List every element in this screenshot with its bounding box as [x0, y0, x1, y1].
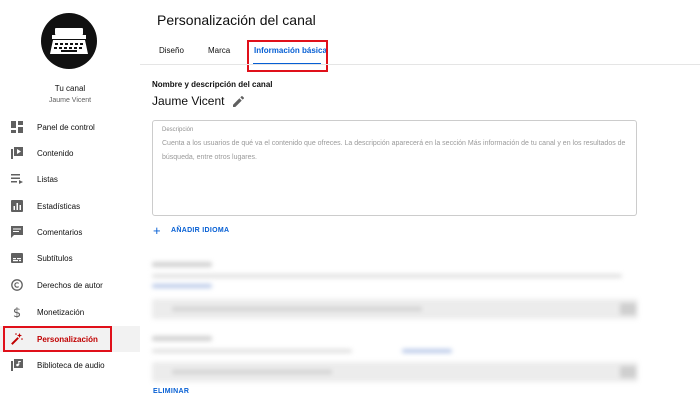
sidebar-item-label: Derechos de autor	[37, 280, 103, 290]
sidebar-item-label: Personalización	[37, 334, 98, 344]
channel-name: Jaume Vicent	[48, 97, 92, 104]
sidebar-item-dashboard[interactable]: Panel de control	[0, 114, 140, 140]
add-language-label: AÑADIR IDIOMA	[171, 227, 230, 234]
sidebar-item-label: Estadísticas	[37, 201, 81, 211]
dollar-icon: $	[13, 306, 21, 318]
sidebar-item-analytics[interactable]: Estadísticas	[0, 193, 140, 219]
dashboard-icon	[11, 121, 23, 133]
content-icon	[11, 147, 23, 159]
sidebar-item-label: Subtítulos	[37, 253, 73, 263]
analytics-icon	[11, 200, 23, 212]
sidebar-item-label: Monetización	[37, 307, 85, 317]
sidebar-item-label: Biblioteca de audio	[37, 360, 105, 370]
add-language-button[interactable]: + AÑADIR IDIOMA	[153, 224, 229, 237]
audio-library-icon	[11, 359, 23, 371]
sidebar-item-customization[interactable]: Personalización	[0, 326, 140, 352]
remove-link[interactable]: ELIMINAR	[153, 388, 189, 395]
svg-text:$: $	[13, 306, 21, 318]
sidebar-item-copyright[interactable]: Derechos de autor	[0, 272, 140, 298]
sidebar-item-content[interactable]: Contenido	[0, 140, 140, 166]
sidebar-item-audio-library[interactable]: Biblioteca de audio	[0, 352, 140, 378]
header-divider	[140, 64, 700, 65]
sidebar-item-label: Comentarios	[37, 227, 83, 237]
typewriter-icon	[50, 28, 88, 54]
channel-name-row: Jaume Vicent	[152, 94, 244, 108]
subtitles-icon	[11, 253, 23, 263]
section-heading: Nombre y descripción del canal	[152, 80, 273, 89]
blurred-section	[152, 252, 640, 387]
comments-icon	[11, 226, 23, 238]
tab-brand[interactable]: Marca	[208, 46, 230, 55]
sidebar-item-monetization[interactable]: $ Monetización	[0, 299, 140, 325]
copyright-icon	[11, 279, 23, 291]
avatar[interactable]	[41, 13, 97, 69]
channel-label: Tu canal	[54, 84, 86, 93]
pencil-icon[interactable]	[232, 95, 244, 107]
tab-basic-info[interactable]: Información básica	[254, 46, 327, 55]
page-title: Personalización del canal	[157, 12, 316, 28]
sidebar-item-label: Listas	[37, 174, 58, 184]
channel-name-value: Jaume Vicent	[152, 94, 225, 108]
plus-icon: +	[153, 223, 161, 238]
description-label: Descripción	[162, 127, 194, 133]
description-placeholder: Cuenta a los usuarios de qué va el conte…	[162, 140, 626, 161]
sidebar-item-label: Panel de control	[37, 122, 95, 132]
sidebar-item-label: Contenido	[37, 148, 74, 158]
active-tab-highlight	[247, 40, 328, 72]
playlist-icon	[11, 174, 23, 184]
description-field[interactable]: Descripción Cuenta a los usuarios de qué…	[152, 120, 637, 216]
sidebar: Tu canal Jaume Vicent Panel de control C…	[0, 0, 140, 404]
tab-design[interactable]: Diseño	[159, 46, 184, 55]
magic-wand-icon	[11, 333, 23, 345]
sidebar-item-subtitles[interactable]: Subtítulos	[0, 245, 140, 271]
sidebar-item-comments[interactable]: Comentarios	[0, 219, 140, 245]
sidebar-item-playlists[interactable]: Listas	[0, 166, 140, 192]
